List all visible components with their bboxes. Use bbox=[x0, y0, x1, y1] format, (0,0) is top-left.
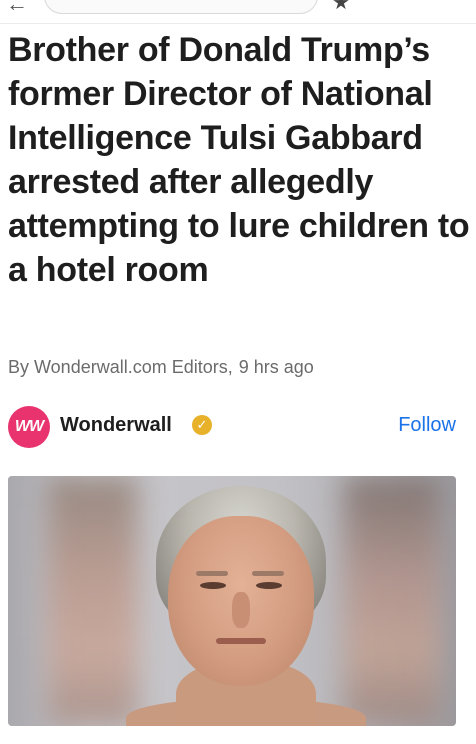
publisher-row: WW Wonderwall ✓ Follow bbox=[8, 404, 468, 450]
bookmark-star-icon[interactable]: ★ bbox=[332, 0, 350, 15]
photo-mouth bbox=[216, 638, 266, 644]
article-headline: Brother of Donald Trump’s former Directo… bbox=[8, 31, 470, 289]
article-photo[interactable] bbox=[8, 476, 456, 726]
address-bar[interactable] bbox=[44, 0, 318, 14]
verified-badge-icon: ✓ bbox=[192, 415, 212, 435]
publisher-name[interactable]: Wonderwall bbox=[60, 414, 172, 437]
photo-eye-right bbox=[256, 582, 282, 589]
back-arrow-icon[interactable]: ← bbox=[6, 0, 28, 17]
photo-eye-left bbox=[200, 582, 226, 589]
photo-nose bbox=[232, 592, 250, 628]
more-options-icon[interactable]: ••• bbox=[436, 0, 456, 8]
article-byline: By Wonderwall.com Editors, 9 hrs ago bbox=[8, 357, 314, 378]
byline-timestamp: 9 hrs ago bbox=[238, 357, 314, 377]
publisher-logo[interactable]: WW bbox=[8, 406, 50, 448]
photo-brow-right bbox=[252, 571, 284, 576]
follow-button[interactable]: Follow bbox=[398, 414, 456, 437]
photo-blur-right bbox=[344, 476, 440, 726]
photo-brow-left bbox=[196, 571, 228, 576]
photo-blur-left bbox=[48, 476, 138, 726]
browser-top-bar: ← ★ ••• bbox=[0, 0, 476, 24]
byline-author: By Wonderwall.com Editors, bbox=[8, 357, 233, 377]
